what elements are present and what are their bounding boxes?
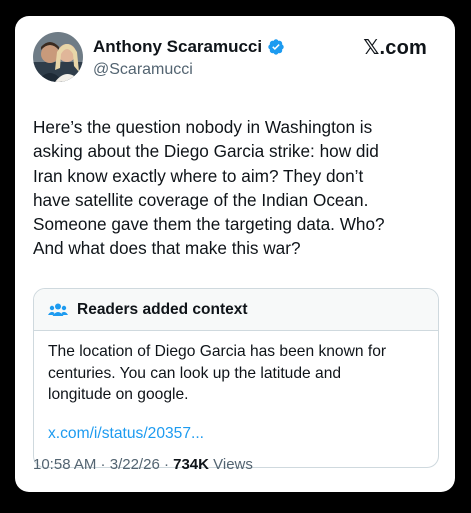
community-note-line: centuries. You can look up the latitude … — [48, 364, 342, 382]
post-text-line: asking about the Diego Garcia strike: ho… — [33, 141, 379, 162]
community-note-line: longitude on google. — [48, 386, 189, 403]
post-text-line: Here’s the question nobody in Washington… — [33, 117, 373, 137]
verified-badge-icon — [268, 39, 284, 55]
community-note-line: The location of Diego Garcia has been kn… — [48, 343, 387, 360]
avatar[interactable] — [33, 32, 83, 82]
author-handle[interactable]: @Scaramucci — [93, 61, 193, 79]
post-time[interactable]: 10:58 AM — [33, 456, 96, 473]
community-note-title: Readers added context — [77, 300, 248, 318]
post-text-line: And what does that make this war? — [33, 238, 301, 259]
brand-logo: 𝕏.com — [363, 37, 427, 59]
community-note-link[interactable]: x.com/i/status/20357... — [48, 423, 424, 445]
view-count: 734K — [173, 456, 209, 473]
post-text-line: have satellite coverage of the Indian Oc… — [33, 189, 369, 210]
view-label: Views — [208, 456, 253, 473]
community-note: Readers added context The location of Di… — [33, 288, 439, 468]
author-name[interactable]: Anthony Scaramucci — [93, 37, 262, 57]
post-text-line: Iran know exactly where to aim? They don… — [33, 165, 364, 186]
community-note-body: The location of Diego Garcia has been kn… — [34, 331, 438, 444]
post-meta: 10:58 AM · 3/22/26 · 734K Views — [33, 456, 253, 473]
post-card: Anthony Scaramucci @Scaramucci 𝕏.com Her… — [15, 16, 455, 492]
meta-separator: · — [159, 456, 174, 473]
post-text-line: Someone gave them the targeting data. Wh… — [33, 214, 385, 235]
author-row: Anthony Scaramucci — [93, 37, 285, 57]
people-icon — [48, 303, 68, 316]
meta-separator: · — [96, 456, 110, 473]
post-date[interactable]: 3/22/26 — [110, 456, 160, 473]
community-note-header[interactable]: Readers added context — [34, 289, 438, 331]
post-text: Here’s the question nobody in Washington… — [33, 115, 443, 261]
